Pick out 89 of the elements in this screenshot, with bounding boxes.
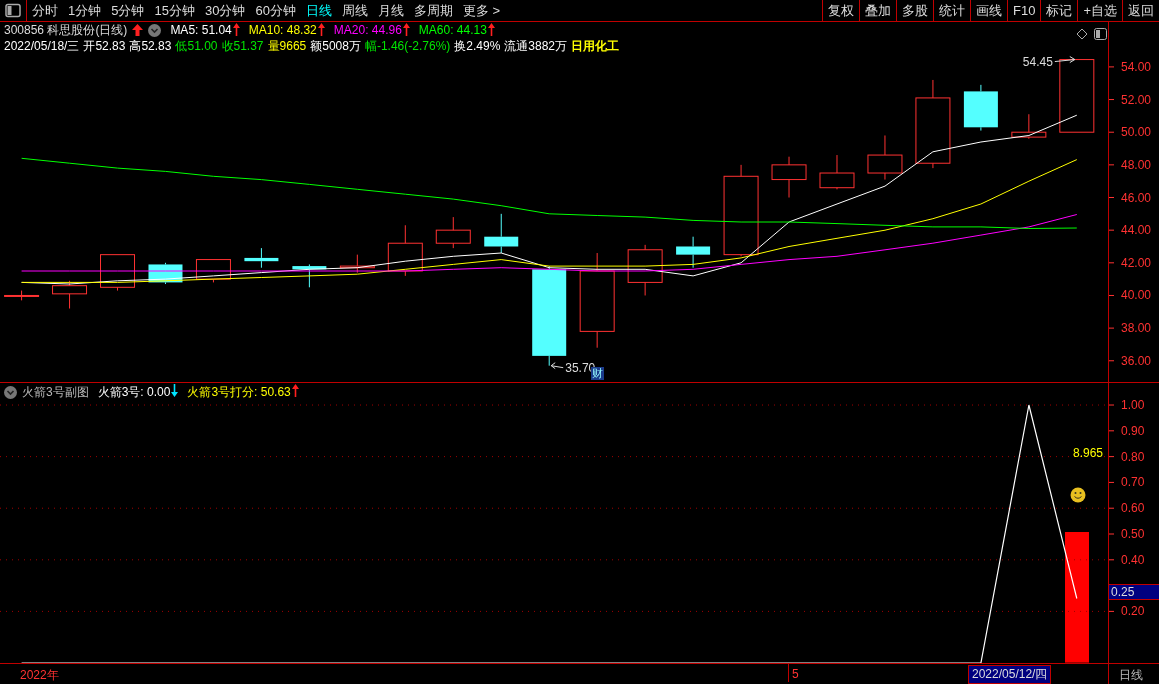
- quote-field: 流通3882万: [504, 37, 568, 55]
- time-label: 2022年: [20, 667, 59, 684]
- pointer-arrow: [1054, 56, 1076, 64]
- candlestick: [1011, 113, 1047, 140]
- candlestick: [676, 236, 711, 269]
- candlestick: [339, 254, 375, 274]
- period-tab[interactable]: 30分钟: [199, 0, 251, 21]
- pointer-arrow: [550, 362, 564, 370]
- quote-field: 2022/05/18/三: [4, 37, 80, 55]
- chart-title: 火箭3号副图: [22, 383, 89, 401]
- candlestick: [387, 224, 423, 277]
- quote-field: 高52.83: [129, 37, 172, 55]
- period-tab[interactable]: 多周期: [408, 0, 458, 21]
- quote-field: 幅-1.46(-2.76%): [364, 37, 451, 55]
- axis-label: 54.00: [1121, 59, 1152, 74]
- axis-label: 38.00: [1121, 321, 1152, 336]
- period-tab[interactable]: 月线: [372, 0, 409, 21]
- toolbar-button[interactable]: 复权: [822, 0, 859, 21]
- candlestick: [867, 134, 903, 181]
- toolbar-button[interactable]: 画线: [970, 0, 1007, 21]
- axis-label: 46.00: [1121, 190, 1152, 205]
- toolbar-button[interactable]: 叠加: [859, 0, 896, 21]
- candlestick: [100, 254, 135, 292]
- period-tab[interactable]: 15分钟: [149, 0, 200, 21]
- candlestick: [52, 280, 88, 310]
- period-tab[interactable]: 1分钟: [63, 0, 107, 21]
- smiley-icon: [1070, 487, 1086, 503]
- axis-label: 0.60: [1121, 501, 1145, 516]
- period-tab[interactable]: 5分钟: [106, 0, 150, 21]
- axis-label: 0.20: [1121, 604, 1145, 619]
- axis-label: 0.50: [1121, 527, 1145, 541]
- quote-field: 换2.49%: [454, 37, 501, 55]
- indicator-value: MA20: 44.96: [333, 23, 402, 37]
- cursor-date-label: 2022/05/12/四: [968, 665, 1052, 684]
- axis-label: 1.00: [1121, 398, 1145, 413]
- period-tab[interactable]: 60分钟: [250, 0, 301, 21]
- chart-title: 300856 科思股份(日线): [4, 21, 128, 39]
- up-arrow-icon: [132, 24, 144, 36]
- toolbar-button[interactable]: +自选: [1077, 0, 1122, 21]
- value-label: 8.965: [1073, 446, 1104, 460]
- quote-field: 额5008万: [310, 37, 361, 55]
- axis-label: 50.00: [1121, 125, 1152, 140]
- toolbar-button[interactable]: F10: [1007, 0, 1041, 21]
- period-tab[interactable]: 周线: [336, 0, 373, 21]
- candlestick: [627, 244, 663, 296]
- toolbar-button[interactable]: 统计: [933, 0, 970, 21]
- period-label: 日线: [1118, 667, 1143, 684]
- indicator-value: MA10: 48.32: [248, 23, 317, 37]
- chevron-circle-icon[interactable]: [4, 385, 17, 399]
- indicator-value: 火箭3号打分: 50.63: [187, 383, 291, 401]
- quote-field: 日用化工: [571, 37, 620, 55]
- candlestick: [195, 259, 231, 283]
- toolbar-button[interactable]: 返回: [1122, 0, 1159, 21]
- axis-label: 48.00: [1121, 157, 1152, 172]
- quote-field: 量9665: [267, 37, 307, 55]
- panel-toggle-icon[interactable]: [1094, 28, 1107, 40]
- period-tab[interactable]: 分时: [27, 0, 63, 21]
- indicator-value: MA60: 44.13: [418, 23, 487, 37]
- axis-label: 0.70: [1121, 475, 1145, 490]
- indicator-value: 火箭3号: 0.00: [97, 383, 171, 401]
- period-tab[interactable]: 更多 >: [457, 0, 506, 21]
- candlestick: [244, 247, 279, 269]
- axis-label: 36.00: [1121, 353, 1152, 368]
- axis-label: 0.80: [1121, 449, 1145, 464]
- candlestick: [435, 216, 471, 249]
- candlestick: [4, 290, 40, 301]
- toolbar-button[interactable]: 多股: [896, 0, 933, 21]
- indicator-value: MA5: 51.04: [170, 23, 232, 37]
- axis-label: 42.00: [1121, 255, 1152, 270]
- time-label: 5: [788, 664, 799, 682]
- axis-label: 44.00: [1121, 223, 1152, 238]
- axis-label: 40.00: [1121, 288, 1152, 303]
- candlestick: [484, 213, 519, 254]
- period-tab[interactable]: 日线: [300, 0, 337, 21]
- candlestick: [819, 154, 855, 190]
- diamond-icon[interactable]: [1076, 28, 1088, 40]
- cursor-value-label: 0.25: [1109, 584, 1159, 600]
- axis-label: 0.90: [1121, 423, 1145, 438]
- price-label: 54.45: [1022, 54, 1053, 69]
- quote-field: 收51.37: [221, 37, 264, 55]
- axis-label: 52.00: [1121, 92, 1152, 107]
- chevron-circle-icon[interactable]: [148, 23, 162, 37]
- candlestick: [292, 263, 327, 288]
- candlestick: [771, 156, 807, 198]
- quote-field: 低51.00: [175, 37, 218, 55]
- candlestick: [963, 84, 998, 132]
- quote-field: 开52.83: [83, 37, 126, 55]
- toolbar-button[interactable]: 标记: [1040, 0, 1078, 21]
- axis-label: 0.40: [1121, 552, 1145, 567]
